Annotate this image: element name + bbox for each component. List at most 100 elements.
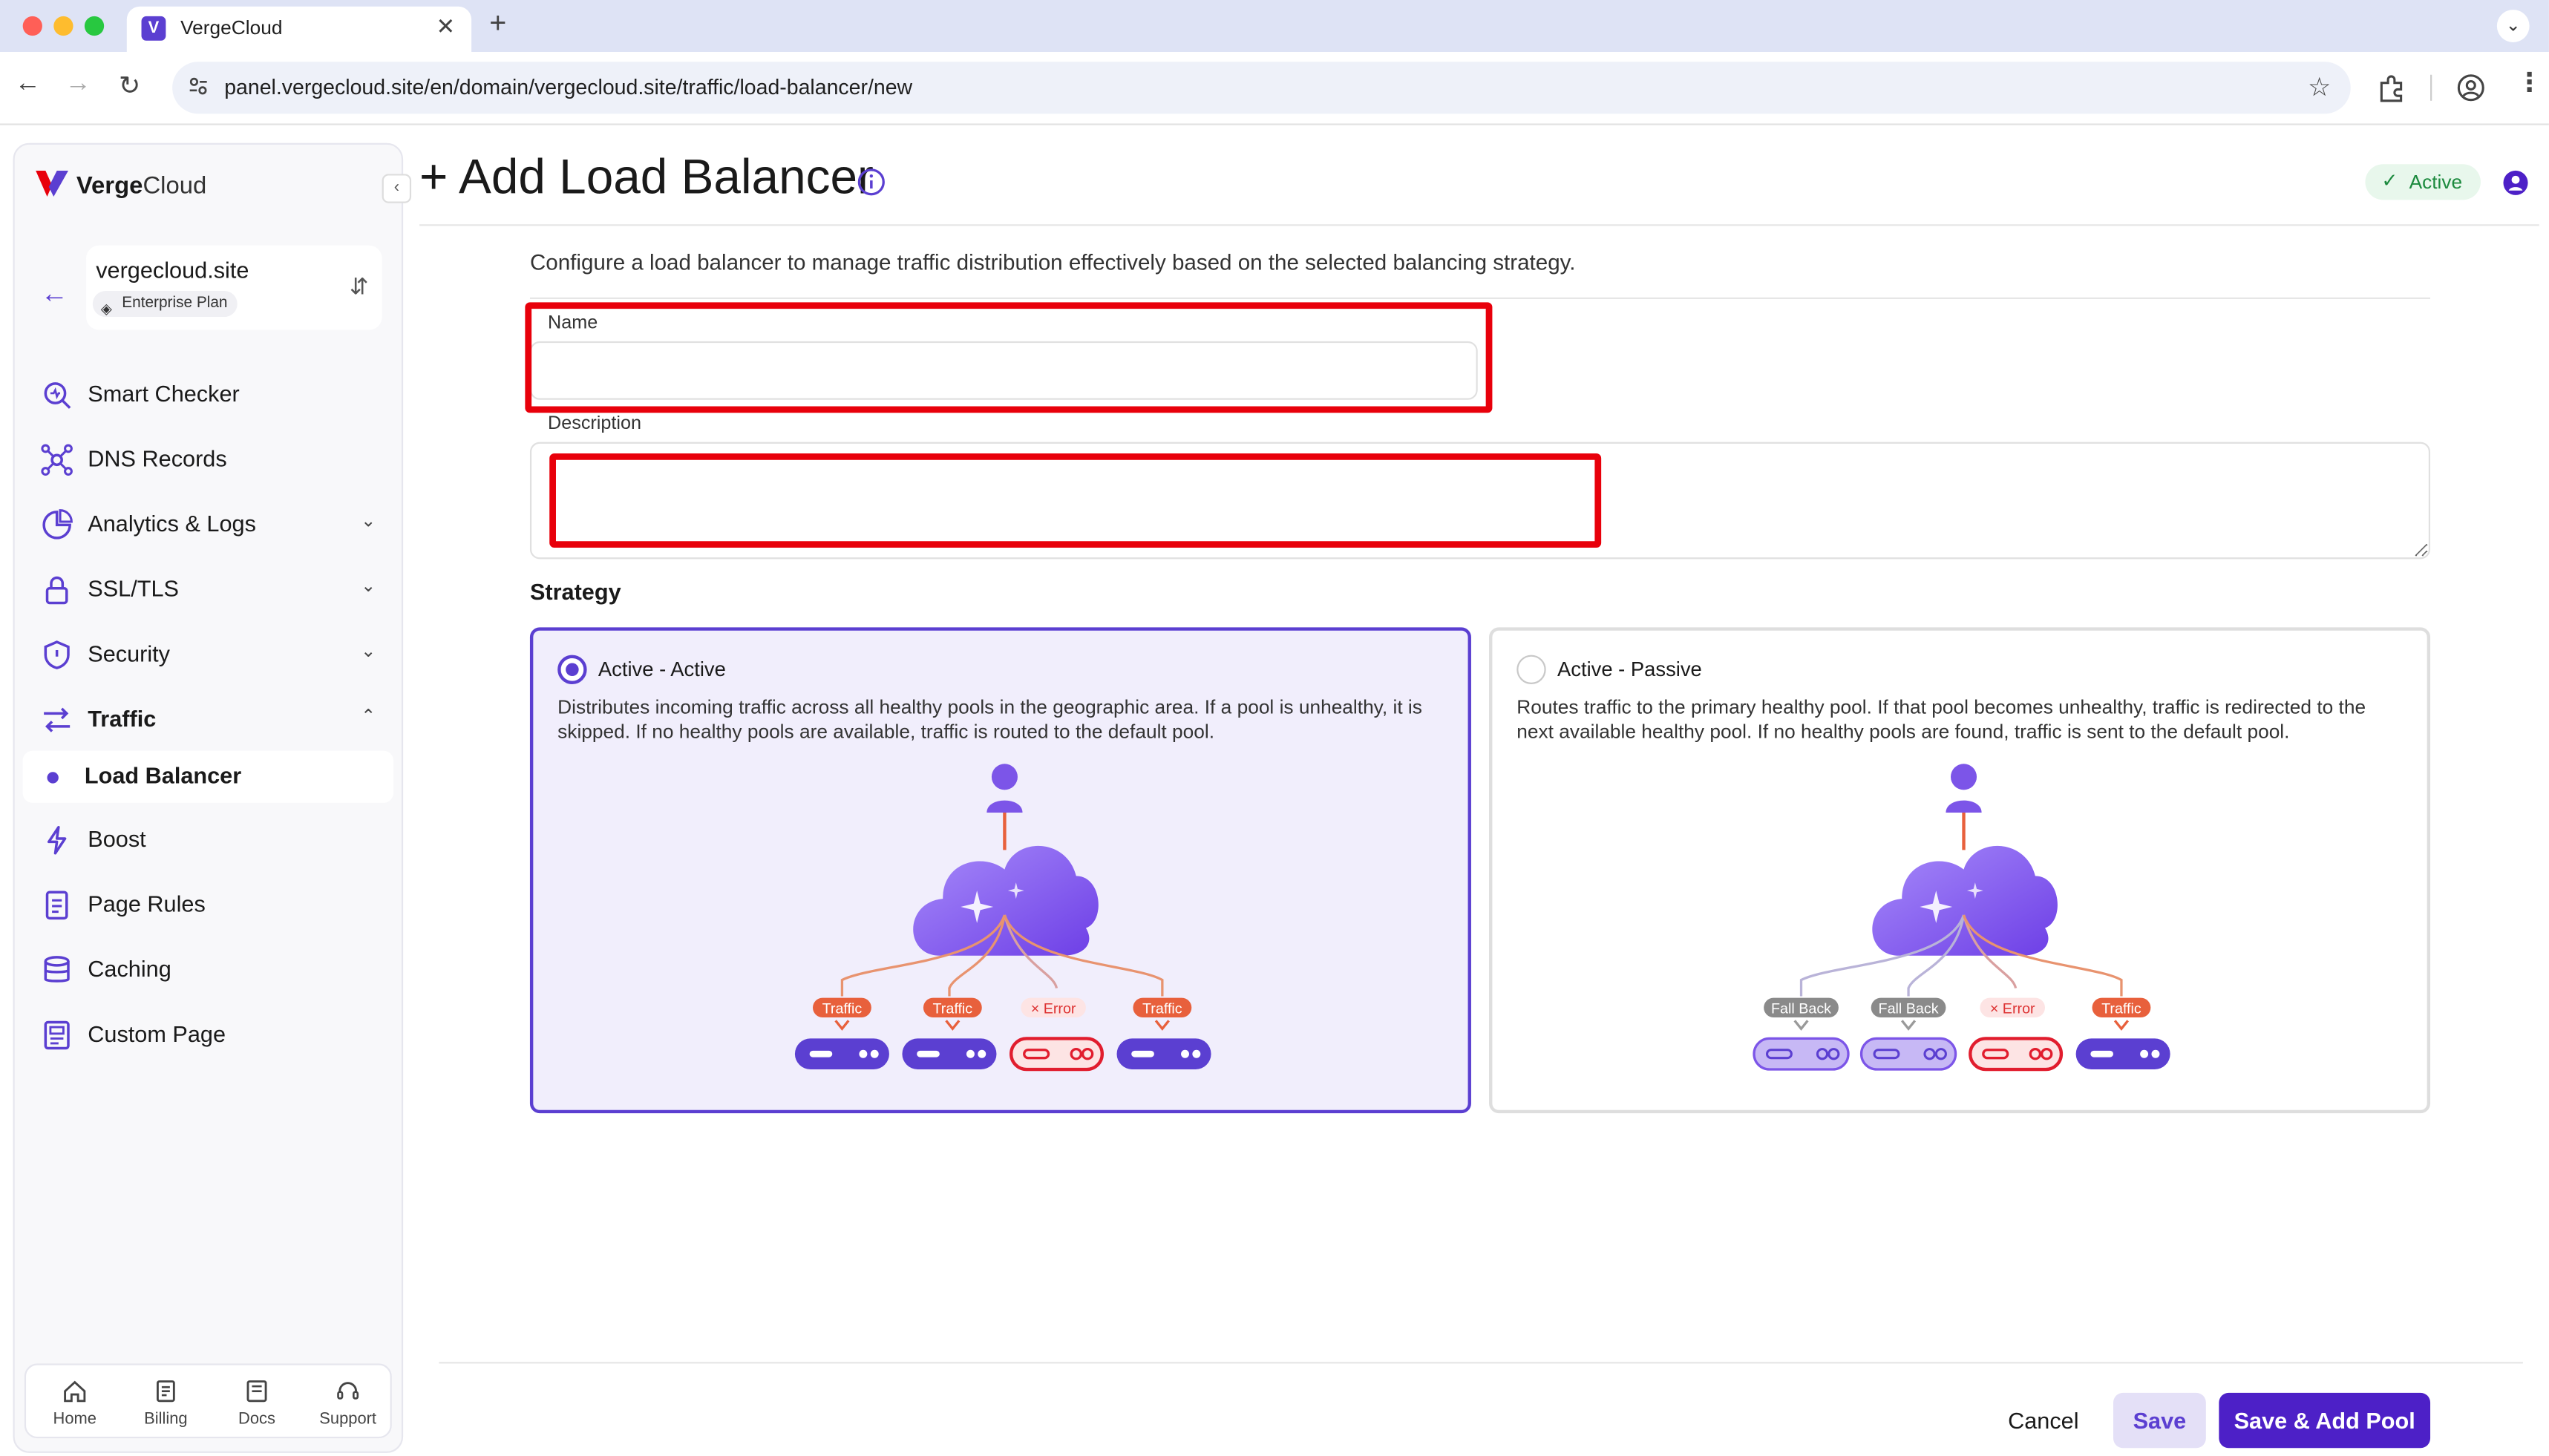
reload-button[interactable]: ↻: [119, 70, 140, 102]
status-text: Active: [2409, 170, 2463, 194]
traffic-icon: [44, 707, 71, 732]
bottom-nav-label: Home: [53, 1410, 96, 1429]
description-field-label: Description: [548, 414, 642, 434]
cancel-button[interactable]: Cancel: [1993, 1394, 2094, 1446]
maximize-window-button[interactable]: [84, 16, 105, 36]
site-name: vergecloud.site: [96, 257, 249, 283]
bookmark-star-icon[interactable]: ☆: [2308, 71, 2331, 104]
header-divider: [419, 224, 2539, 226]
forward-button[interactable]: →: [65, 70, 91, 99]
shield-icon: [44, 640, 70, 669]
strategy-description: Distributes incoming traffic across all …: [557, 695, 1422, 743]
close-tab-icon[interactable]: ✕: [436, 13, 456, 41]
sidebar-item-custom-page[interactable]: Custom Page: [37, 1011, 391, 1060]
sidebar-item-label: Analytics & Logs: [88, 510, 256, 537]
save-and-add-pool-button[interactable]: Save & Add Pool: [2219, 1392, 2431, 1449]
address-bar[interactable]: panel.vergecloud.site/en/domain/vergeclo…: [172, 62, 2351, 114]
collapse-sidebar-button[interactable]: ‹: [382, 174, 412, 203]
page-rules-icon: [45, 891, 68, 920]
browser-tab[interactable]: V VergeCloud ✕: [126, 6, 472, 53]
app-window: V VergeCloud ✕ + ⌄ ← → ↻ panel.vergeclou…: [0, 0, 2549, 1456]
profile-icon[interactable]: [2456, 73, 2485, 102]
svg-text:× Error: × Error: [1031, 1000, 1076, 1017]
sidebar-subitem-load-balancer[interactable]: Load Balancer: [22, 750, 393, 803]
page-title: + Add Load Balancer: [419, 151, 874, 205]
svg-text:Fall Back: Fall Back: [1771, 1000, 1831, 1017]
chevron-down-icon: ⌄: [361, 642, 376, 662]
sidebar-item-label: Page Rules: [88, 891, 206, 917]
brand-name: VergeCloud: [76, 172, 207, 200]
sidebar-item-label: Traffic: [88, 705, 157, 732]
sidebar-item-label: Custom Page: [88, 1020, 226, 1047]
active-indicator: [47, 772, 59, 784]
diamond-icon: ◈: [100, 301, 112, 318]
support-icon: [337, 1382, 359, 1400]
url-text: panel.vergecloud.site/en/domain/vergeclo…: [224, 74, 913, 99]
svg-text:Traffic: Traffic: [2101, 1000, 2141, 1017]
new-tab-button[interactable]: +: [489, 7, 506, 41]
extensions-icon[interactable]: [2377, 73, 2406, 102]
vergecloud-favicon-icon: V: [141, 16, 166, 41]
sidebar-item-traffic[interactable]: Traffic ⌃: [37, 695, 391, 744]
sidebar: VergeCloud ‹ ← vergecloud.site ◈ Enterpri…: [13, 142, 412, 1453]
close-window-button[interactable]: [22, 16, 42, 36]
sidebar-item-analytics-logs[interactable]: Analytics & Logs ⌄: [37, 501, 391, 550]
active-active-diagram: Traffic Traffic × Error Traffic: [794, 764, 1211, 1072]
site-settings-icon[interactable]: [187, 75, 210, 98]
user-account-icon[interactable]: [2501, 169, 2529, 197]
svg-text:Traffic: Traffic: [1142, 1000, 1182, 1017]
svg-text:× Error: × Error: [1990, 1000, 2035, 1017]
bolt-icon: [47, 825, 67, 855]
strategy-title: Active - Active: [598, 658, 726, 681]
browser-toolbar: ← → ↻ panel.vergecloud.site/en/domain/ve…: [0, 52, 2549, 125]
bottom-nav-docs[interactable]: Docs: [212, 1371, 303, 1429]
svg-text:Fall Back: Fall Back: [1879, 1000, 1939, 1017]
site-card[interactable]: vergecloud.site ◈ Enterprise Plan ⇵: [86, 245, 382, 330]
strategy-card-active-active[interactable]: Active - Active Distributes incoming tra…: [529, 627, 1471, 1114]
browser-tab-strip: V VergeCloud ✕ + ⌄: [0, 0, 2549, 53]
save-button[interactable]: Save: [2113, 1392, 2206, 1449]
vergecloud-logo-icon: [36, 170, 68, 197]
sidebar-item-page-rules[interactable]: Page Rules: [37, 881, 391, 930]
bottom-nav: Home Billing Docs Support: [24, 1363, 393, 1439]
browser-menu-icon[interactable]: ⋮: [2516, 67, 2542, 99]
custom-page-icon: [44, 1020, 70, 1050]
flow-labels: Traffic Traffic × Error Traffic: [813, 997, 1192, 1017]
sidebar-item-boost[interactable]: Boost: [37, 816, 391, 865]
radio-active-active[interactable]: [557, 655, 587, 684]
back-button[interactable]: ←: [15, 70, 41, 99]
tab-search-icon[interactable]: ⌄: [2496, 10, 2530, 42]
sidebar-item-dns-records[interactable]: DNS Records: [37, 436, 391, 485]
radio-active-passive[interactable]: [1516, 655, 1546, 684]
bottom-nav-label: Billing: [144, 1410, 188, 1429]
bottom-nav-billing[interactable]: Billing: [120, 1371, 212, 1429]
sidebar-item-label: DNS Records: [88, 445, 227, 472]
sidebar-item-label: Security: [88, 640, 171, 666]
minimize-window-button[interactable]: [53, 16, 73, 36]
sidebar-item-smart-checker[interactable]: Smart Checker: [37, 370, 391, 419]
tab-title: VergeCloud: [180, 16, 283, 39]
footer-divider: [439, 1362, 2523, 1364]
bottom-nav-home[interactable]: Home: [29, 1371, 120, 1429]
status-badge: ✓ Active: [2365, 164, 2481, 200]
sidebar-item-label: SSL/TLS: [88, 575, 179, 602]
sidebar-item-ssl-tls[interactable]: SSL/TLS ⌄: [37, 565, 391, 614]
back-to-domains-icon[interactable]: ←: [41, 278, 68, 310]
sidebar-subitem-label: Load Balancer: [84, 762, 242, 789]
intro-divider: [529, 297, 2431, 299]
info-icon[interactable]: [857, 168, 886, 197]
sidebar-item-caching[interactable]: Caching: [37, 946, 391, 995]
switch-domain-icon[interactable]: ⇵: [350, 273, 369, 301]
chevron-up-icon: ⌃: [361, 706, 376, 727]
lock-icon: [45, 576, 68, 605]
bottom-nav-label: Support: [319, 1410, 377, 1429]
bottom-nav-support[interactable]: Support: [302, 1371, 393, 1429]
strategy-title: Active - Passive: [1557, 658, 1702, 681]
sidebar-item-security[interactable]: Security ⌄: [37, 631, 391, 680]
checkmark-icon: ✓: [2381, 168, 2398, 192]
strategy-card-active-passive[interactable]: Active - Passive Routes traffic to the p…: [1489, 627, 2431, 1114]
smart-checker-icon: [44, 382, 71, 409]
chevron-down-icon: ⌄: [361, 577, 376, 597]
svg-text:Traffic: Traffic: [933, 1000, 973, 1017]
bottom-nav-label: Docs: [238, 1410, 275, 1429]
